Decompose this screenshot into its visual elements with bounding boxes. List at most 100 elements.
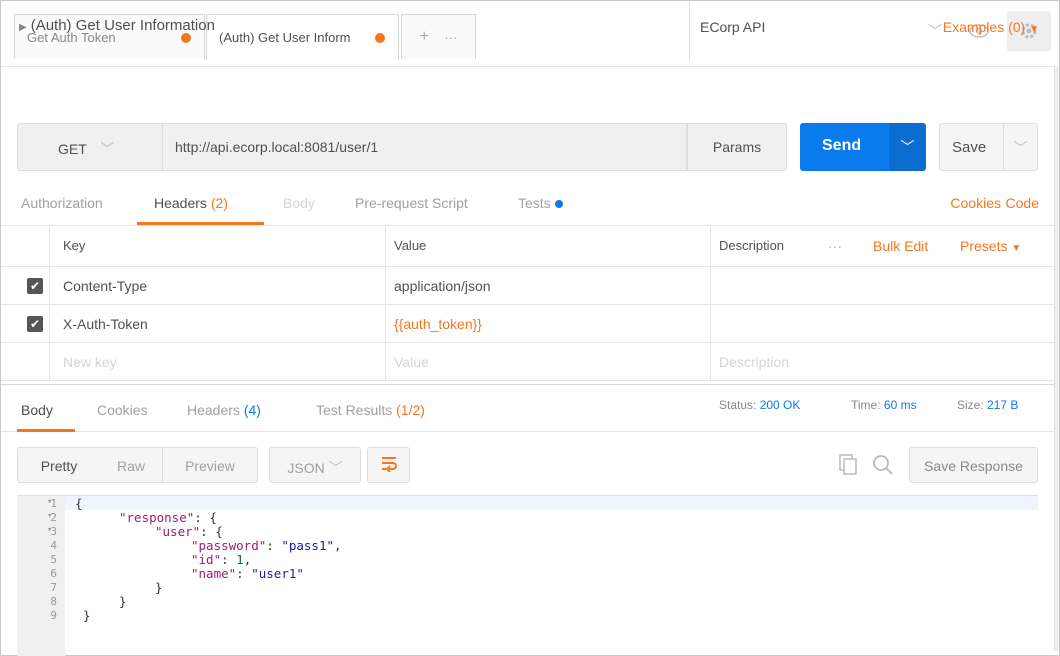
header-value[interactable]: application/json [394,267,491,304]
examples-dropdown[interactable]: Examples (0) ▼ [943,19,1039,35]
url-input[interactable]: http://api.ecorp.local:8081/user/1 [162,123,687,171]
tab-response-body[interactable]: Body [21,402,53,418]
method-select[interactable]: GET ﹀ [17,123,162,171]
tests-indicator-dot [554,200,563,208]
new-description-input[interactable]: Description [719,343,789,380]
active-tab-underline [17,429,75,432]
response-tabs: Body Cookies Headers (4) Test Results (1… [1,384,1059,432]
headers-table-header: Key Value Description ··· Bulk Edit Pres… [1,227,1059,267]
tab-authorization[interactable]: Authorization [21,195,103,211]
environment-select[interactable]: ECorp API ﹀ [689,1,952,61]
response-status: Status: 200 OK [719,398,800,412]
chevron-down-icon: ﹀ [900,139,915,155]
tab-auth-get-user-information[interactable]: (Auth) Get User Inform [206,14,399,60]
json-punct: : { [200,524,223,539]
format-select[interactable]: JSON ﹀ [269,447,361,483]
search-button[interactable] [871,453,895,480]
header-key[interactable]: Content-Type [63,267,147,304]
tab-tests[interactable]: Tests [518,195,563,211]
line-number: 7 [50,581,57,594]
chevron-down-icon: ﹀ [1013,140,1028,156]
presets-dropdown[interactable]: Presets ▼ [960,227,1021,266]
response-time: Time: 60 ms [851,398,917,412]
request-title[interactable]: ▶ (Auth) Get User Information [19,17,215,34]
json-key: "id" [191,552,222,567]
size-value: 217 B [987,398,1019,412]
wrap-lines-button[interactable] [367,447,410,483]
tab-label: (Auth) Get User Inform [219,30,351,45]
caret-right-icon: ▶ [19,22,27,33]
header-value[interactable]: {{auth_token}} [394,305,482,342]
bulk-edit-link[interactable]: Bulk Edit [873,227,928,266]
more-options-icon[interactable]: ··· [828,227,842,266]
environment-label: ECorp API [700,19,766,35]
code-line: "id": 1, [191,552,252,567]
copy-icon [839,454,857,475]
tab-headers-label: Headers [154,195,207,211]
col-key: Key [63,238,86,253]
more-tabs-icon[interactable]: ··· [444,30,457,45]
view-preview-button[interactable]: Preview [163,447,258,483]
tab-headers[interactable]: Headers (2) [154,195,228,211]
json-key: "name" [191,566,237,581]
send-button[interactable]: Send [800,123,889,171]
view-raw-button[interactable]: Raw [100,447,163,483]
copy-button[interactable] [837,453,859,478]
tab-test-results-count: (1/2) [396,402,425,418]
response-size: Size: 217 B [957,398,1018,412]
tab-pre-request-script[interactable]: Pre-request Script [355,195,468,211]
fold-icon[interactable]: ▾ [47,497,52,507]
unsaved-dot-icon [181,33,191,43]
tab-response-cookies[interactable]: Cookies [97,402,148,418]
tab-test-results-label: Test Results [316,402,393,418]
tab-response-headers[interactable]: Headers (4) [187,402,261,418]
code-line: "user": { [155,524,223,539]
time-value: 60 ms [883,398,917,412]
send-options-button[interactable]: ﹀ [889,123,926,171]
request-title-row [1,66,1059,116]
row-enabled-checkbox[interactable]: ✔ [27,278,43,294]
new-value-input[interactable]: Value [394,343,429,380]
search-icon [873,455,893,475]
params-button[interactable]: Params [687,123,787,171]
fold-icon[interactable]: ▾ [47,525,52,535]
code-link[interactable]: Code [1006,195,1039,211]
column-divider [710,227,711,381]
json-number: 1 [236,552,244,567]
tab-response-headers-label: Headers [187,402,240,418]
view-pretty-button[interactable]: Pretty [17,447,101,483]
tab-body[interactable]: Body [283,195,315,211]
header-key[interactable]: X-Auth-Token [63,305,148,342]
active-line-highlight [65,496,1038,510]
code-line: "password": "pass1", [191,538,342,553]
tab-test-results[interactable]: Test Results (1/2) [316,402,425,418]
code-line: } [83,608,91,623]
chevron-down-icon: ﹀ [928,23,942,39]
json-key: "response" [119,510,195,525]
new-tab-group: + ··· [401,14,476,59]
new-tab-plus-icon[interactable]: + [420,28,429,46]
row-enabled-checkbox[interactable]: ✔ [27,316,43,332]
unsaved-dot-icon [375,33,385,43]
save-response-button[interactable]: Save Response [909,447,1038,483]
wrap-lines-icon [381,457,397,473]
fold-icon[interactable]: ▾ [47,511,52,521]
cookies-link[interactable]: Cookies [950,195,1001,211]
scrollbar[interactable] [1054,66,1059,651]
save-options-button[interactable]: ﹀ [1004,123,1038,171]
table-row: ✔ Content-Type application/json [1,267,1059,305]
chevron-down-icon: ﹀ [100,141,115,157]
new-key-input[interactable]: New key [63,343,117,380]
method-label: GET [58,141,87,157]
save-button[interactable]: Save [939,123,1004,171]
time-label: Time: [851,398,881,412]
json-string: "user1" [251,566,304,581]
tab-headers-count: (2) [210,195,228,211]
line-number: 5 [50,553,57,566]
response-body-editor[interactable]: 1 2 3 4 5 6 7 8 9 ▾ ▾ ▾ { "response": { … [17,495,1038,656]
active-tab-underline [137,222,264,225]
examples-label: Examples (0) [942,19,1026,35]
line-number: 9 [50,609,57,622]
chevron-down-icon: ﹀ [328,460,343,476]
code-line: "name": "user1" [191,566,304,581]
